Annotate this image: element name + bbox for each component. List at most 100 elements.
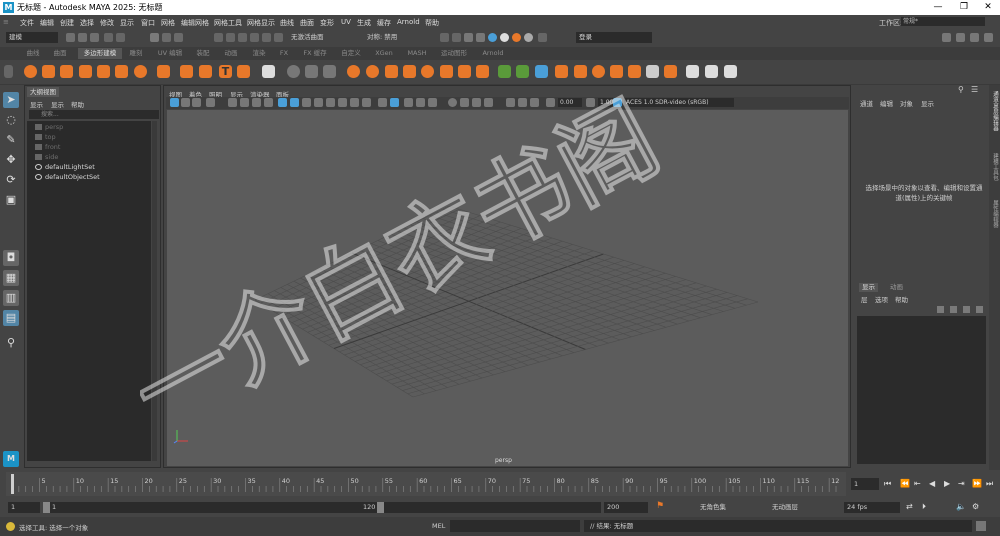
use-all-lights-icon[interactable] [326,98,335,107]
symmetry-field[interactable]: 对称: 禁用 [364,32,420,43]
shelf-tab-fx-caching[interactable]: FX 缓存 [298,48,332,59]
attribute-editor-icon[interactable] [956,33,965,42]
render-settings-icon[interactable] [488,33,497,42]
combine-icon[interactable] [287,65,300,78]
camera-based-uv-icon[interactable] [724,65,737,78]
poly-disc-icon[interactable] [134,65,147,78]
redo-icon[interactable] [116,33,125,42]
channel-menu-edit[interactable]: 编辑 [880,98,893,108]
layer-menu-options[interactable]: 选项 [875,294,888,304]
new-layer-selected-icon[interactable] [976,306,983,313]
save-scene-icon[interactable] [90,33,99,42]
list-item[interactable]: persp [35,123,63,131]
select-component-icon[interactable] [174,33,183,42]
range-start-handle[interactable] [43,502,50,513]
xray-components-icon[interactable] [428,98,437,107]
wireframe-on-shaded-icon[interactable] [302,98,311,107]
channel-menu-channels[interactable]: 通道 [860,98,873,108]
menu-help[interactable]: 帮助 [425,18,439,28]
live-surface-field[interactable]: 无激活曲面 [288,32,358,43]
extrude-icon[interactable] [385,65,398,78]
channel-box-list-icon[interactable]: ☰ [971,85,980,94]
shadows-icon[interactable] [338,98,347,107]
layer-list[interactable] [857,316,986,464]
move-layer-down-icon[interactable] [950,306,957,313]
make-live-icon[interactable] [274,33,283,42]
tab-modeling-toolkit[interactable]: 建模工具包 [990,153,999,181]
outliner-layout-icon[interactable]: ▤ [3,310,19,326]
shelf-tab-surfaces[interactable]: 曲面 [49,48,71,59]
bevel-icon[interactable] [421,65,434,78]
shelf-tab-rendering[interactable]: 渲染 [248,48,270,59]
outliner-menu-help[interactable]: 帮助 [71,99,84,109]
camera-clip-icon[interactable] [530,98,539,107]
select-object-icon[interactable] [162,33,171,42]
shelf-tab-animation[interactable]: 动画 [220,48,242,59]
insert-edge-loop-icon[interactable] [498,65,511,78]
menu-arnold[interactable]: Arnold [397,18,420,26]
modeling-toolkit-icon[interactable] [942,33,951,42]
exposure-reset-icon[interactable] [506,98,515,107]
shelf-tab-uv-editing[interactable]: UV 编辑 [153,48,187,59]
sculpt-tool-icon[interactable] [686,65,699,78]
camera-attributes-icon[interactable] [181,98,190,107]
collapse-icon[interactable] [592,65,605,78]
fill-hole-icon[interactable] [458,65,471,78]
minimize-button[interactable]: — [925,1,951,14]
go-to-start-icon[interactable]: ⏮ [884,479,891,489]
merge-icon[interactable] [574,65,587,78]
xray-joints-icon[interactable] [416,98,425,107]
type-tool-icon[interactable]: T [219,65,232,78]
animation-prefs-icon[interactable]: ⚙ [972,502,979,511]
two-view-layout-icon[interactable]: ▥ [3,290,19,306]
menu-modify[interactable]: 修改 [100,18,114,28]
grid-toggle-icon[interactable] [228,98,237,107]
channel-box-icon[interactable] [984,33,993,42]
single-perspective-layout-icon[interactable]: ◘ [3,250,19,266]
menu-window[interactable]: 窗口 [141,18,155,28]
tab-attribute-editor[interactable]: 属性编辑器 [990,200,999,228]
menu-deform[interactable]: 变形 [320,18,334,28]
ambient-occlusion-icon[interactable] [350,98,359,107]
close-button[interactable]: ✕ [975,1,1000,14]
shelf-tab-rigging[interactable]: 装配 [192,48,214,59]
undo-icon[interactable] [104,33,113,42]
snap-view-icon[interactable] [250,33,259,42]
render-icon[interactable] [464,33,473,42]
isolate-select-icon[interactable] [390,98,399,107]
go-to-end-icon[interactable]: ⏭ [986,479,993,489]
move-tool-icon[interactable]: ✥ [3,152,19,168]
tear-off-icon[interactable]: ≡ [3,18,9,26]
channel-menu-show[interactable]: 显示 [921,98,934,108]
shelf-menu-icon[interactable] [4,65,13,78]
playback-speed-icon[interactable]: ⏵ [922,502,926,512]
platonic-solid-icon[interactable] [180,65,193,78]
construction-history-icon[interactable] [440,33,449,42]
film-gate-icon[interactable] [240,98,249,107]
menu-uv[interactable]: UV [341,18,351,26]
smooth-icon[interactable] [323,65,336,78]
mirror-icon[interactable] [366,65,379,78]
menu-mesh[interactable]: 网格 [161,18,175,28]
outliner-tab[interactable]: 大纲视图 [27,87,59,97]
layer-tab-anim[interactable]: 动画 [887,283,906,292]
shelf-tab-mash[interactable]: MASH [403,48,431,59]
snap-surface-icon[interactable] [262,33,271,42]
start-frame-field[interactable]: 1 [8,502,40,513]
open-render-view-icon[interactable] [452,33,461,42]
time-slider-track[interactable]: 5 10 15 20 25 30 35 40 45 50 55 60 65 70 75 80 85 90 95 100… [6,472,846,496]
textured-icon[interactable] [314,98,323,107]
xray-icon[interactable] [378,98,387,107]
shelf-tab-custom[interactable]: 自定义 [337,48,365,59]
motion-blur-icon[interactable] [362,98,371,107]
current-frame-field[interactable]: 1 [851,478,879,490]
step-forward-key-icon[interactable]: ⇥ [958,479,965,488]
multi-cut-icon[interactable] [476,65,489,78]
snap-curve-icon[interactable] [226,33,235,42]
safe-action-icon[interactable] [264,98,273,107]
exposure-field[interactable]: 0.00 [558,98,582,107]
hud-icon[interactable] [404,98,413,107]
crease-icon[interactable] [664,65,677,78]
screen-space-icon[interactable] [472,98,481,107]
paint-select-icon[interactable]: ✎ [3,132,19,148]
